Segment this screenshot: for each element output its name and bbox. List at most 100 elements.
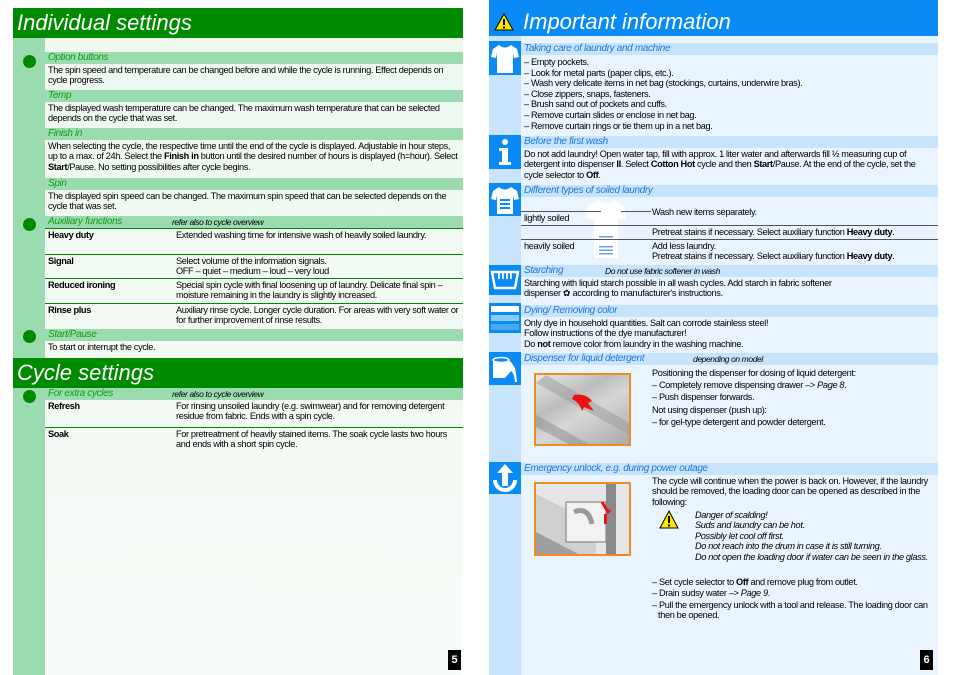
aux-desc-line: OFF – quiet – medium – loud – very loud <box>176 266 329 277</box>
soiled-heading: Different types of soiled laundry <box>521 185 938 197</box>
aux-name: Reduced ironing <box>48 280 116 290</box>
text-part: – Drain sudsy water –> <box>652 588 741 599</box>
list-item: – Look for metal parts (paper clips, etc… <box>524 67 674 78</box>
extra-cycles-note: refer also to cycle overview <box>172 389 264 399</box>
warning-line: Possibly let cool off first. <box>695 530 784 541</box>
text-part: – Set cycle selector to <box>652 577 737 587</box>
text-line: Pretreat stains if necessary. Select aux… <box>652 251 895 262</box>
aux-name: Rinse plus <box>48 305 91 315</box>
table-row: Soak For pretreatment of heavily stained… <box>45 427 463 454</box>
cycle-settings-title: Cycle settings <box>13 358 463 388</box>
aux-desc: Auxiliary rinse cycle. Longer cycle dura… <box>176 305 459 326</box>
text-part: Pretreat stains if necessary. Select aux… <box>652 251 847 262</box>
starching-text: Starching with liquid starch possible in… <box>524 278 934 299</box>
finish-in-heading: Finish in <box>45 128 463 140</box>
bullet-icon <box>23 55 36 68</box>
text-part: Pretreat stains if necessary. Select aux… <box>652 227 847 237</box>
bold-part: Heavy duty <box>846 251 893 262</box>
dispenser-heading: Dispenser for liquid detergent depending … <box>521 353 938 365</box>
option-buttons-heading: Option buttons <box>45 52 463 64</box>
step: – Drain sudsy water –> Page 9. <box>652 588 770 599</box>
aux-desc-line: Select volume of the information signals… <box>176 256 327 266</box>
individual-settings-title: Individual settings <box>13 8 463 38</box>
text-line: Only dye in household quantities. Salt c… <box>524 318 769 328</box>
cycle-desc: For pretreatment of heavily stained item… <box>176 429 447 450</box>
dispenser-note: depending on model <box>693 354 763 364</box>
bullet-icon <box>23 218 36 231</box>
left-rail <box>13 36 45 675</box>
aux-desc: Select volume of the information signals… <box>176 256 461 277</box>
dying-text: Only dye in household quantities. Salt c… <box>524 318 934 349</box>
text-line: – Push dispenser forwards. <box>652 392 755 403</box>
text-line: – Completely remove dispensing drawer –>… <box>652 380 847 391</box>
auxiliary-note: refer also to cycle overview <box>172 217 264 227</box>
cycle-name: Soak <box>48 429 69 439</box>
text-line: dispenser ✿ according to manufacturer's … <box>524 288 723 299</box>
table-row: Heavy duty Extended washing time for int… <box>45 228 463 254</box>
bold-part: not <box>537 338 551 349</box>
step: – Set cycle selector to Off and remove p… <box>652 577 932 587</box>
page-link[interactable]: Page 8 <box>817 380 844 390</box>
bold-part: Heavy duty <box>846 227 893 237</box>
emergency-warnings: Danger of scalding! Suds and laundry can… <box>695 510 935 562</box>
text-line: Not using dispenser (push up): <box>652 404 767 415</box>
care-list: – Empty pockets. – Look for metal parts … <box>524 57 934 131</box>
emergency-photo <box>534 482 631 556</box>
text-line: Add less laundry. <box>652 241 716 251</box>
bold-part: Off <box>586 169 599 180</box>
bullet-icon <box>23 330 36 343</box>
temp-text: The displayed wash temperature can be ch… <box>48 103 440 124</box>
page-link[interactable]: Page 9 <box>741 588 768 598</box>
dispenser-heading-label: Dispenser for liquid detergent <box>524 353 645 364</box>
important-info-title: Important information <box>489 0 938 36</box>
aux-name: Signal <box>48 256 74 266</box>
list-item: – Empty pockets. <box>524 57 589 67</box>
text-part: remove color from laundry in the washing… <box>550 338 744 349</box>
emergency-intro: The cycle will continue when the power i… <box>652 476 928 507</box>
table-row: Reduced ironing Special spin cycle with … <box>45 278 463 303</box>
left-page: Individual settings Option buttons The s… <box>13 0 463 675</box>
extra-cycles-heading-label: For extra cycles <box>48 388 113 399</box>
info-icon <box>489 135 521 169</box>
text-line: – for gel-type detergent and powder dete… <box>652 416 826 427</box>
divider <box>621 211 651 212</box>
dye-icon <box>489 303 521 333</box>
bold-part: Cotton Hot <box>650 159 695 170</box>
cycle-desc: For rinsing unsoiled laundry (e.g. swimw… <box>176 401 445 422</box>
aux-desc: Extended washing time for intensive wash… <box>176 230 427 240</box>
spin-text: The displayed spin speed can be changed.… <box>48 191 447 212</box>
step: – Pull the emergency unlock with a tool … <box>652 599 928 621</box>
bold-part: Off <box>736 577 749 587</box>
text-line: Starching with liquid starch possible in… <box>524 278 832 288</box>
divider <box>521 239 938 240</box>
aux-name: Heavy duty <box>48 230 94 240</box>
list-item: – Remove curtain slides or enclose in ne… <box>524 109 697 120</box>
starching-heading-label: Starching <box>524 265 564 276</box>
table-row: Rinse plus Auxiliary rinse cycle. Longer… <box>45 303 463 329</box>
text-part: . <box>598 169 601 180</box>
table-row: Signal Select volume of the information … <box>45 254 463 278</box>
temp-heading: Temp <box>45 90 463 102</box>
warning-line: Do not reach into the drum in case it is… <box>695 541 882 552</box>
care-heading: Taking care of laundry and machine <box>521 43 938 55</box>
bold-part: Start <box>753 159 774 170</box>
finish-in-text-part: button until the desired number of hours… <box>198 151 458 162</box>
cycle-name: Refresh <box>48 401 80 411</box>
finish-in-text: When selecting the cycle, the respective… <box>48 141 458 172</box>
soiled-general-text: Wash new items separately. <box>652 207 757 217</box>
divider <box>521 225 938 226</box>
text-part: Do <box>524 338 538 349</box>
emergency-heading: Emergency unlock, e.g. during power outa… <box>521 463 938 475</box>
start-pause-heading: Start/Pause <box>45 329 463 341</box>
warning-line: Danger of scalding! <box>695 510 768 520</box>
text-part: . Select <box>620 159 651 170</box>
finish-in-text-part: /Pause. No setting possibilities after c… <box>67 161 251 172</box>
text-part: – Completely remove dispensing drawer –> <box>652 380 818 391</box>
shirt-icon <box>489 41 521 75</box>
warning-line: Do not open the loading door if water ca… <box>695 551 928 562</box>
aux-desc: Special spin cycle with final loosening … <box>176 280 443 301</box>
text-line: Positioning the dispenser for dosing of … <box>652 368 856 378</box>
emergency-steps: – Set cycle selector to Off and remove p… <box>652 577 932 621</box>
extra-cycles-heading: For extra cycles refer also to cycle over… <box>45 388 463 400</box>
list-item: – Brush sand out of pockets and cuffs. <box>524 99 667 110</box>
